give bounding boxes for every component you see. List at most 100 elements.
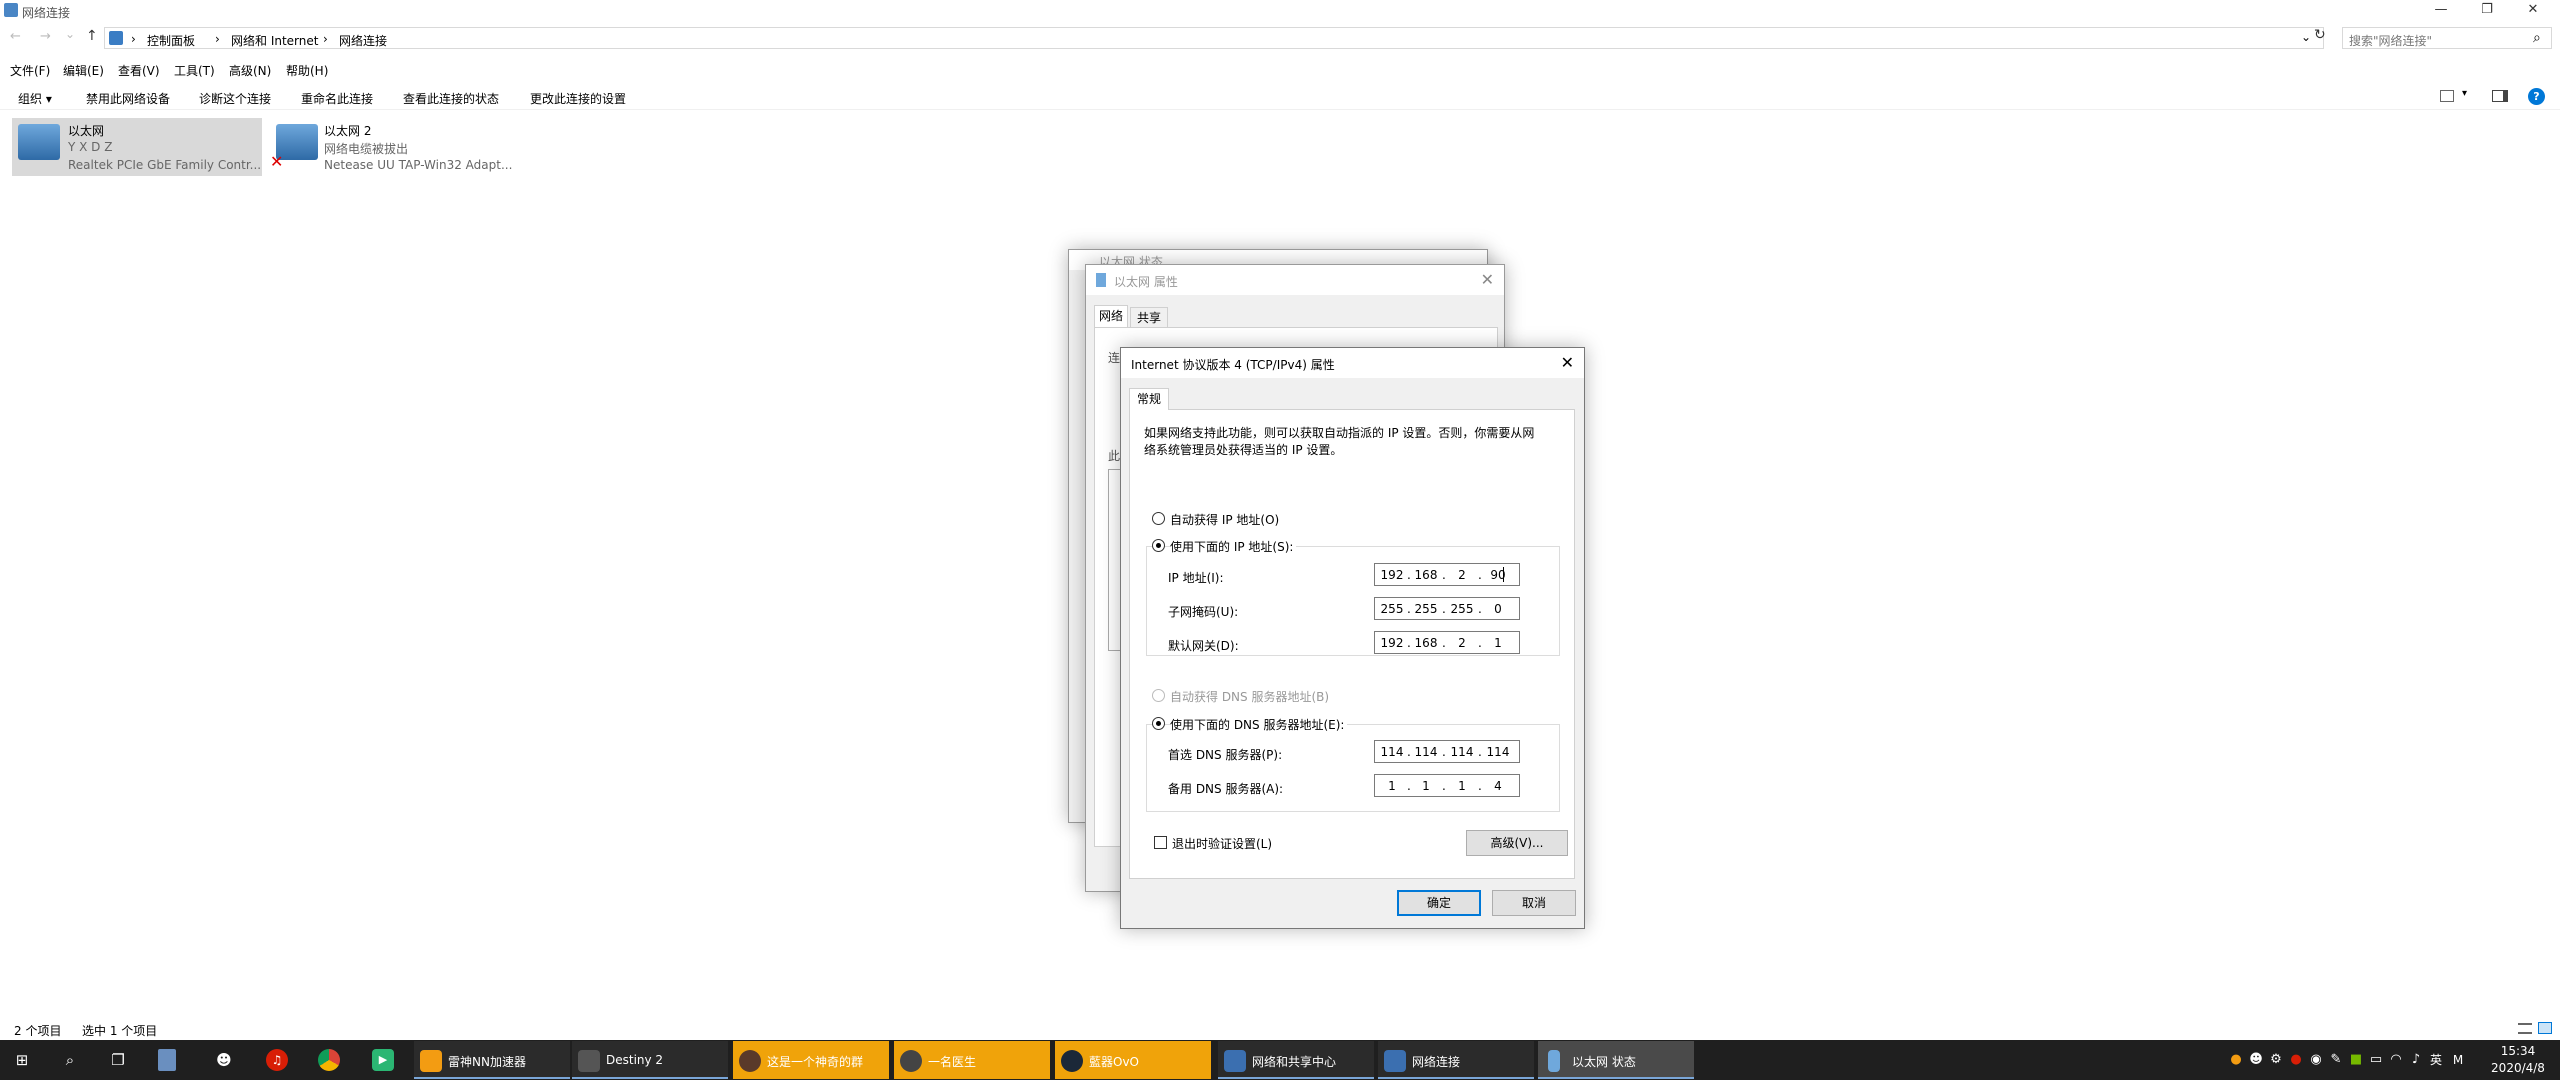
tray-language[interactable]: 英 bbox=[2424, 1048, 2448, 1072]
up-icon[interactable]: ↑ bbox=[86, 28, 98, 44]
breadcrumb-separator: › bbox=[323, 32, 328, 46]
taskbar-app-network-connections[interactable]: 网络连接 bbox=[1378, 1041, 1534, 1079]
forward-icon[interactable]: → bbox=[40, 29, 51, 44]
taskbar-app-label: 一名医生 bbox=[928, 1055, 977, 1069]
taskbar-app-destiny[interactable]: Destiny 2 bbox=[572, 1041, 728, 1079]
connection-item-ethernet[interactable]: 以太网 Y X D Z Realtek PCIe GbE Family Cont… bbox=[12, 118, 262, 176]
preferred-dns-field[interactable]: 114. 114. 114. 114 bbox=[1374, 740, 1520, 763]
connection-item-ethernet-2[interactable]: ✕ 以太网 2 网络电缆被拔出 Netease UU TAP-Win32 Ada… bbox=[270, 118, 530, 176]
address-dropdown-icon[interactable]: ⌄ bbox=[2301, 30, 2311, 44]
task-view-icon[interactable]: ❐ bbox=[106, 1048, 130, 1072]
tab-general[interactable]: 常规 bbox=[1129, 388, 1169, 410]
octet: 1 bbox=[1388, 779, 1396, 793]
disable-device-button[interactable]: 禁用此网络设备 bbox=[86, 90, 170, 107]
close-icon[interactable]: ✕ bbox=[1561, 353, 1574, 372]
minimize-button[interactable]: — bbox=[2418, 0, 2464, 22]
close-icon[interactable]: ✕ bbox=[1481, 270, 1494, 289]
close-button[interactable]: ✕ bbox=[2510, 0, 2556, 22]
connection-name: 以太网 bbox=[68, 124, 105, 138]
search-input[interactable]: 搜索"网络连接" ⌕ bbox=[2342, 27, 2552, 49]
taskbar-app-group-chat[interactable]: 这是一个神奇的群 bbox=[733, 1041, 889, 1079]
view-dropdown-icon[interactable]: ▾ bbox=[2462, 88, 2467, 99]
octet: 1 bbox=[1494, 636, 1502, 650]
manual-dns-group bbox=[1146, 724, 1560, 812]
taskbar-app-doctor[interactable]: 一名医生 bbox=[894, 1041, 1050, 1079]
help-icon[interactable]: ? bbox=[2528, 88, 2545, 105]
ip-address-field[interactable]: 192. 168. 2. 90 bbox=[1374, 563, 1520, 586]
status-bar: 2 个项目 选中 1 个项目 bbox=[0, 1018, 2560, 1040]
search-icon[interactable]: ⌕ bbox=[58, 1048, 82, 1072]
validate-checkbox[interactable] bbox=[1154, 836, 1167, 849]
validate-label[interactable]: 退出时验证设置(L) bbox=[1172, 835, 1272, 852]
subnet-mask-field[interactable]: 255. 255. 255. 0 bbox=[1374, 597, 1520, 620]
advanced-button[interactable]: 高级(V)... bbox=[1466, 830, 1568, 856]
taskbar-app-label: 网络和共享中心 bbox=[1252, 1055, 1337, 1069]
tab-sharing[interactable]: 共享 bbox=[1130, 307, 1168, 329]
notepad-icon[interactable] bbox=[158, 1049, 176, 1071]
network-adapter-icon bbox=[18, 124, 60, 160]
address-box[interactable]: › 控制面板 › 网络和 Internet › 网络连接 ⌄ bbox=[104, 27, 2324, 49]
search-icon[interactable]: ⌕ bbox=[2533, 30, 2541, 46]
network-folder-icon bbox=[4, 3, 18, 17]
auto-dns-radio bbox=[1152, 689, 1165, 702]
tray-ime[interactable]: M bbox=[2446, 1048, 2470, 1072]
menu-help[interactable]: 帮助(H) bbox=[286, 62, 328, 79]
netease-music-icon[interactable]: ♫ bbox=[266, 1049, 288, 1071]
clock-time[interactable]: 15:34 bbox=[2498, 1044, 2538, 1058]
change-settings-button[interactable]: 更改此连接的设置 bbox=[530, 90, 626, 107]
taskbar-app-network-center[interactable]: 网络和共享中心 bbox=[1218, 1041, 1374, 1079]
start-windows-icon[interactable]: ⊞ bbox=[10, 1048, 34, 1072]
restore-button[interactable]: ❐ bbox=[2464, 0, 2510, 22]
menu-edit[interactable]: 编辑(E) bbox=[63, 62, 104, 79]
menu-advanced[interactable]: 高级(N) bbox=[229, 62, 271, 79]
subnet-mask-label: 子网掩码(U): bbox=[1168, 605, 1239, 619]
description-line-1: 如果网络支持此功能，则可以获取自动指派的 IP 设置。否则，你需要从网 bbox=[1144, 426, 1535, 440]
manual-dns-label[interactable]: 使用下面的 DNS 服务器地址(E): bbox=[1170, 716, 1348, 733]
octet: 255 bbox=[1414, 602, 1438, 616]
octet: 0 bbox=[1494, 602, 1502, 616]
octet: 168 bbox=[1414, 568, 1438, 582]
auto-ip-label[interactable]: 自动获得 IP 地址(O) bbox=[1170, 511, 1279, 528]
organize-button[interactable]: 组织 ▾ bbox=[18, 90, 52, 107]
taskbar-app-steam[interactable]: 藍器OvO bbox=[1055, 1041, 1211, 1079]
refresh-icon[interactable]: ↻ bbox=[2314, 27, 2326, 43]
media-player-icon[interactable]: ▶ bbox=[372, 1049, 394, 1071]
view-status-button[interactable]: 查看此连接的状态 bbox=[403, 90, 499, 107]
rename-button[interactable]: 重命名此连接 bbox=[301, 90, 373, 107]
back-icon[interactable]: ← bbox=[10, 29, 21, 44]
destiny-icon bbox=[578, 1050, 600, 1072]
gateway-field[interactable]: 192. 168. 2. 1 bbox=[1374, 631, 1520, 654]
address-bar-row: ← → ⌄ ↑ › 控制面板 › 网络和 Internet › 网络连接 ⌄ ↻… bbox=[0, 24, 2560, 52]
cancel-button[interactable]: 取消 bbox=[1492, 890, 1576, 916]
menu-view[interactable]: 查看(V) bbox=[118, 62, 160, 79]
tiles-view-icon[interactable] bbox=[2538, 1022, 2552, 1034]
dialog-caption: Internet 协议版本 4 (TCP/IPv4) 属性 ✕ bbox=[1121, 348, 1584, 378]
octet: 255 bbox=[1450, 602, 1474, 616]
tab-network[interactable]: 网络 bbox=[1094, 305, 1128, 327]
taskbar-app-nn[interactable]: 雷神NN加速器 bbox=[414, 1041, 570, 1079]
breadcrumb-network-internet[interactable]: 网络和 Internet bbox=[231, 32, 318, 49]
auto-ip-radio[interactable] bbox=[1152, 512, 1165, 525]
manual-ip-label[interactable]: 使用下面的 IP 地址(S): bbox=[1170, 538, 1297, 555]
menu-file[interactable]: 文件(F) bbox=[10, 62, 50, 79]
breadcrumb-network-connections[interactable]: 网络连接 bbox=[339, 32, 387, 49]
view-options-icon[interactable] bbox=[2440, 90, 2454, 102]
recent-locations-icon[interactable]: ⌄ bbox=[65, 27, 75, 41]
control-panel-icon bbox=[109, 31, 123, 45]
octet: 2 bbox=[1458, 636, 1466, 650]
manual-ip-radio[interactable] bbox=[1152, 539, 1165, 552]
diagnose-button[interactable]: 诊断这个连接 bbox=[199, 90, 271, 107]
ip-address-label: IP 地址(I): bbox=[1168, 571, 1224, 585]
preview-pane-icon[interactable] bbox=[2492, 90, 2508, 102]
ok-button[interactable]: 确定 bbox=[1397, 890, 1481, 916]
breadcrumb-control-panel[interactable]: 控制面板 bbox=[147, 32, 195, 49]
qq-icon[interactable]: ☻ bbox=[212, 1048, 236, 1072]
alternate-dns-field[interactable]: 1. 1. 1. 4 bbox=[1374, 774, 1520, 797]
taskbar-app-ethernet-status[interactable]: 以太网 状态 bbox=[1538, 1041, 1694, 1079]
chrome-icon[interactable] bbox=[318, 1049, 340, 1071]
details-view-icon[interactable] bbox=[2518, 1023, 2532, 1034]
menu-tools[interactable]: 工具(T) bbox=[174, 62, 215, 79]
connection-status: 网络电缆被拔出 bbox=[324, 142, 409, 156]
manual-dns-radio[interactable] bbox=[1152, 717, 1165, 730]
clock-date[interactable]: 2020/4/8 bbox=[2486, 1061, 2550, 1075]
